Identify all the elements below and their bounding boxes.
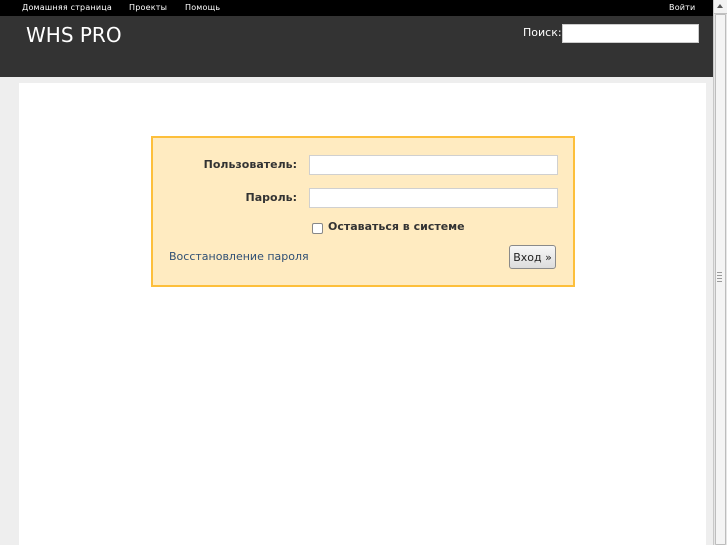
top-menu-projects-link[interactable]: Проекты	[129, 3, 167, 12]
username-label: Пользователь:	[203, 158, 297, 171]
scroll-up-arrow-icon[interactable]	[714, 0, 727, 14]
top-menu: Домашняя страница Проекты Помощь Войти	[0, 0, 713, 16]
autologin-label[interactable]: Оставаться в системе	[328, 220, 465, 233]
password-field[interactable]	[309, 188, 558, 208]
main-content: Пользователь: Пароль: Оставаться в систе…	[19, 83, 706, 545]
lost-password-link[interactable]: Восстановление пароля	[169, 250, 309, 263]
top-menu-sign-in-link[interactable]: Войти	[669, 3, 695, 12]
search-input[interactable]	[562, 24, 699, 43]
top-menu-help-link[interactable]: Помощь	[185, 3, 220, 12]
login-button[interactable]: Вход »	[509, 245, 556, 269]
login-form: Пользователь: Пароль: Оставаться в систе…	[151, 136, 575, 287]
scrollbar-grip-icon	[717, 272, 722, 284]
password-label: Пароль:	[245, 191, 297, 204]
username-field[interactable]	[309, 155, 558, 175]
site-title: WHS PRO	[26, 23, 122, 47]
vertical-scrollbar[interactable]	[713, 0, 727, 545]
header: WHS PRO Поиск:	[0, 16, 713, 77]
autologin-checkbox[interactable]	[312, 223, 323, 234]
search-label: Поиск:	[523, 26, 562, 39]
page: Домашняя страница Проекты Помощь Войти W…	[0, 0, 727, 545]
top-menu-home-link[interactable]: Домашняя страница	[22, 3, 112, 12]
